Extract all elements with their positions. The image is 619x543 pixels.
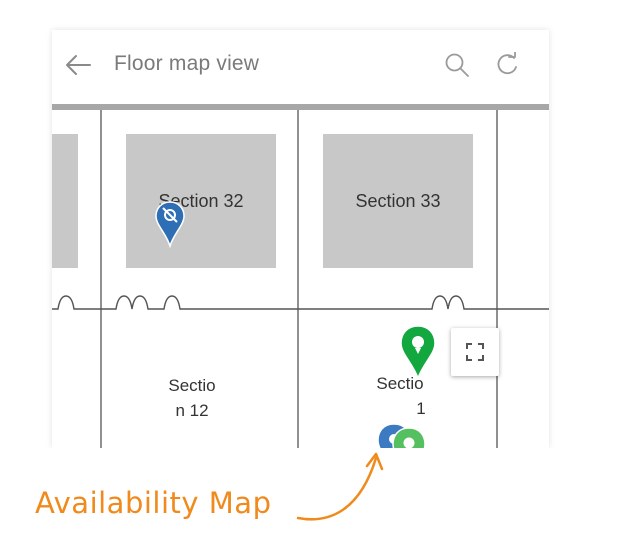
section-label-33: Section 33 bbox=[355, 191, 440, 211]
floor-map[interactable]: Section 32 Section 33 Sectio n 12 Sectio… bbox=[52, 110, 549, 448]
annotation-label: Availability Map bbox=[35, 486, 272, 520]
section-label-11-line1: Sectio bbox=[376, 374, 423, 393]
section-label-11-line2: 1 bbox=[416, 399, 425, 418]
page-title: Floor map view bbox=[114, 52, 260, 75]
corridor-wall bbox=[52, 295, 549, 310]
search-icon[interactable] bbox=[444, 52, 470, 78]
fullscreen-button[interactable] bbox=[451, 328, 499, 376]
section-label-12-line1: Sectio bbox=[168, 376, 215, 395]
section-label-12-line2: n 12 bbox=[175, 401, 208, 420]
floor-plan-drawing: Section 32 Section 33 Sectio n 12 Sectio… bbox=[52, 110, 549, 448]
pin-available-icon[interactable] bbox=[400, 325, 436, 381]
refresh-icon[interactable] bbox=[495, 52, 521, 78]
annotation-arrow-icon bbox=[296, 452, 384, 521]
app-bar: Floor map view bbox=[52, 30, 549, 104]
section-block bbox=[52, 134, 78, 268]
back-arrow-icon[interactable] bbox=[64, 52, 92, 78]
fullscreen-icon bbox=[466, 343, 484, 361]
app-screen: Floor map view Section 32 Section 33 Sec… bbox=[52, 30, 549, 448]
